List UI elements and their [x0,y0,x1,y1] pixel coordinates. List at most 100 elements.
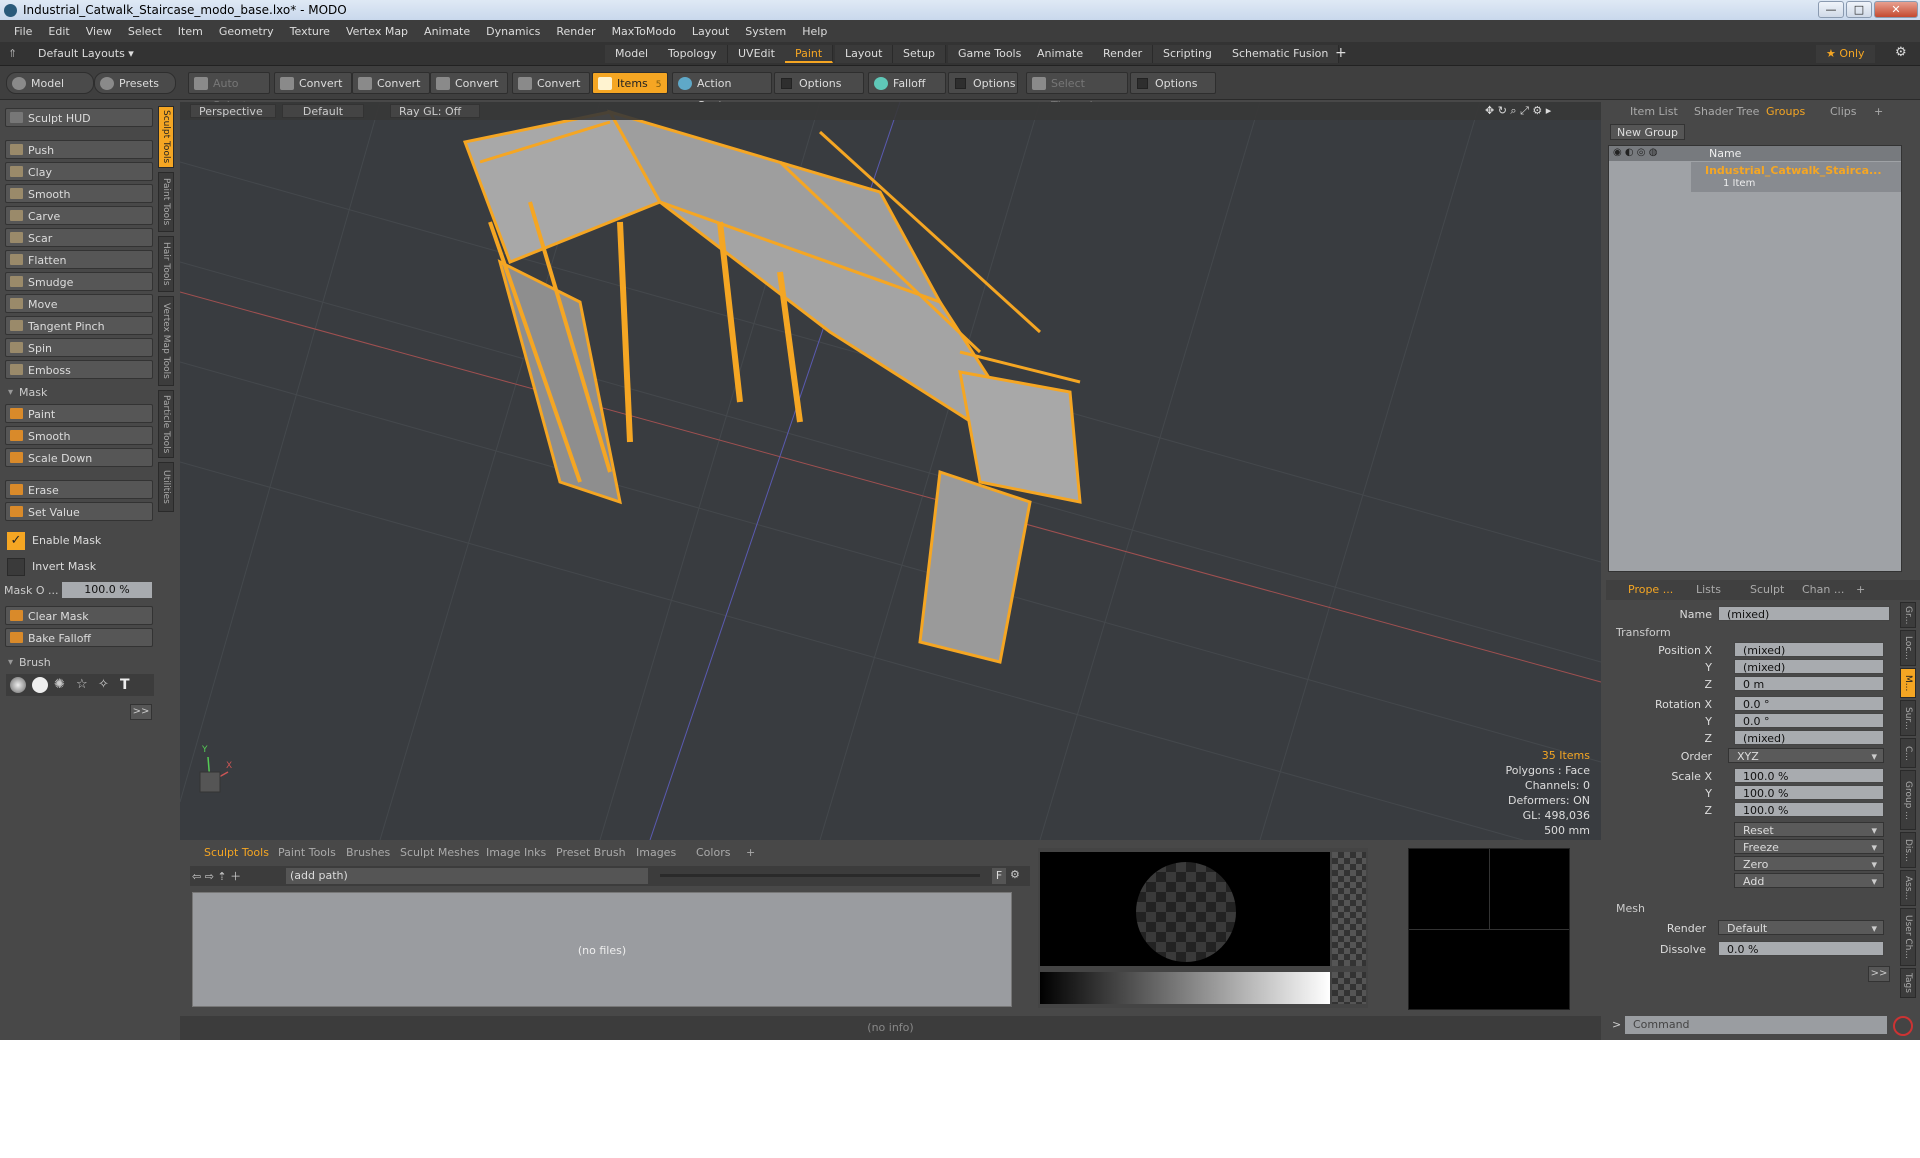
items-mode-button[interactable]: Items 5 [592,72,668,94]
side-tab-m[interactable]: M... [1900,668,1916,698]
gradient-alpha-swatch[interactable] [1332,972,1366,1004]
tab-render[interactable]: Render [1093,45,1154,63]
side-tab-loc[interactable]: Loc... [1900,630,1916,666]
menu-item[interactable]: Item [170,25,211,38]
convert-vertices-button[interactable]: Convert [274,72,352,94]
clear-mask-button[interactable]: Clear Mask [5,606,153,625]
file-browser-area[interactable]: (no files) [192,892,1012,1007]
only-toggle[interactable]: ★ Only [1816,45,1875,63]
brush-section-header[interactable]: Brush [5,654,155,671]
rtab-item-list[interactable]: Item List [1624,104,1684,120]
ptab-sculpt[interactable]: Sculpt [1744,582,1790,598]
mask-scale-down-button[interactable]: Scale Down [5,448,153,467]
view-type-dropdown[interactable]: Perspective [190,104,276,118]
vtab-vertex-map-tools[interactable]: Vertex Map Tools [158,296,174,386]
menu-render[interactable]: Render [548,25,603,38]
menu-select[interactable]: Select [120,25,170,38]
menu-maxtomodo[interactable]: MaxToModo [604,25,684,38]
select-through-button[interactable]: Select Through [1026,72,1128,112]
layout-arrow-icon[interactable]: ⇑ [8,47,17,60]
rotation-x-field[interactable]: 0.0 ° [1734,696,1884,711]
tab-layout[interactable]: Layout [835,45,894,63]
dissolve-field[interactable]: 0.0 % [1718,941,1884,956]
freeze-dropdown[interactable]: Freeze [1734,839,1884,855]
vtab-particle-tools[interactable]: Particle Tools [158,390,174,458]
auto-select-button[interactable]: Auto Select [188,72,270,112]
scale-y-field[interactable]: 100.0 % [1734,785,1884,800]
text-brush-icon[interactable]: T [120,677,136,693]
tab-topology[interactable]: Topology [658,45,728,63]
position-x-field[interactable]: (mixed) [1734,642,1884,657]
procedural-brush-icon[interactable]: ✧ [98,677,114,693]
rtab-groups[interactable]: Groups [1760,104,1811,120]
splat-brush-icon[interactable]: ✺ [54,677,70,693]
tool-tangent-pinch-button[interactable]: Tangent Pinch [5,316,153,335]
bake-falloff-button[interactable]: Bake Falloff [5,628,153,647]
groups-list[interactable]: ◉ ◐ ◎ ◍ Name Industrial_Catwalk_Stairca.… [1608,145,1902,572]
record-macro-icon[interactable] [1893,1016,1913,1036]
tab-scripting[interactable]: Scripting [1153,45,1223,63]
rtab-clips[interactable]: Clips [1824,104,1863,120]
rotation-z-field[interactable]: (mixed) [1734,730,1884,745]
reset-dropdown[interactable]: Reset [1734,822,1884,838]
name-column-header[interactable]: Name [1709,147,1741,160]
convert-materials-button[interactable]: Convert [512,72,590,94]
close-button[interactable]: ✕ [1874,1,1918,18]
presets-button[interactable]: Presets F6 [94,72,176,112]
enable-mask-checkbox[interactable]: ✓ [7,532,25,550]
btab-add[interactable]: + [740,845,761,861]
falloff-button[interactable]: Falloff [868,72,946,94]
tab-setup[interactable]: Setup [893,45,947,63]
tool-flatten-button[interactable]: Flatten [5,250,153,269]
catwalk-model[interactable] [462,109,1082,664]
sub-viewport-panel[interactable] [1408,848,1570,1010]
btab-sculpt-meshes[interactable]: Sculpt Meshes [394,845,485,861]
soft-brush-icon[interactable] [10,677,26,693]
ptab-lists[interactable]: Lists [1690,582,1727,598]
convert-polygons-button[interactable]: Convert [430,72,508,94]
side-tab-sur[interactable]: Sur... [1900,700,1916,736]
mask-set-value-button[interactable]: Set Value [5,502,153,521]
sculpt-hud-button[interactable]: Sculpt HUD [5,108,153,127]
tab-uvedit[interactable]: UVEdit [728,45,786,63]
menu-edit[interactable]: Edit [40,25,77,38]
options-checkbox[interactable] [955,78,966,89]
mask-section-header[interactable]: Mask [5,384,155,401]
3d-viewport[interactable]: Y X [180,102,1601,840]
side-tab-tags[interactable]: Tags [1900,968,1916,998]
tab-animate[interactable]: Animate [1027,45,1095,63]
mesh-section-header[interactable]: Mesh [1616,902,1645,915]
select-options-button[interactable]: Options [1130,72,1216,94]
menu-dynamics[interactable]: Dynamics [478,25,548,38]
maximize-button[interactable]: □ [1846,1,1872,18]
mask-paint-button[interactable]: Paint [5,404,153,423]
tab-game-tools[interactable]: Game Tools [948,45,1033,63]
mask-opacity-field[interactable]: 100.0 % [62,582,152,598]
falloff-gradient-bar[interactable] [1040,972,1330,1004]
rtab-shader-tree[interactable]: Shader Tree [1688,104,1765,120]
menu-animate[interactable]: Animate [416,25,478,38]
rtab-add[interactable]: + [1868,104,1889,120]
tool-smudge-button[interactable]: Smudge [5,272,153,291]
scale-z-field[interactable]: 100.0 % [1734,802,1884,817]
properties-more-button[interactable]: >> [1868,966,1890,982]
render-dropdown[interactable]: Default [1718,920,1884,936]
hard-brush-icon[interactable] [32,677,48,693]
rotation-y-field[interactable]: 0.0 ° [1734,713,1884,728]
position-z-field[interactable]: 0 m [1734,676,1884,691]
tab-schematic-fusion[interactable]: Schematic Fusion [1222,45,1340,63]
position-y-field[interactable]: (mixed) [1734,659,1884,674]
star-brush-icon[interactable]: ☆ [76,677,92,693]
thumbnail-size-slider[interactable] [660,874,980,877]
menu-vertex-map[interactable]: Vertex Map [338,25,416,38]
menu-layout[interactable]: Layout [684,25,737,38]
tool-scar-button[interactable]: Scar [5,228,153,247]
gear-icon[interactable]: ⚙ [1895,45,1907,60]
tool-spin-button[interactable]: Spin [5,338,153,357]
vtab-paint-tools[interactable]: Paint Tools [158,172,174,232]
name-field[interactable]: (mixed) [1718,606,1890,621]
vtab-hair-tools[interactable]: Hair Tools [158,236,174,292]
new-group-button[interactable]: New Group [1610,124,1685,140]
side-tab-dis[interactable]: Dis... [1900,832,1916,868]
menu-view[interactable]: View [78,25,120,38]
